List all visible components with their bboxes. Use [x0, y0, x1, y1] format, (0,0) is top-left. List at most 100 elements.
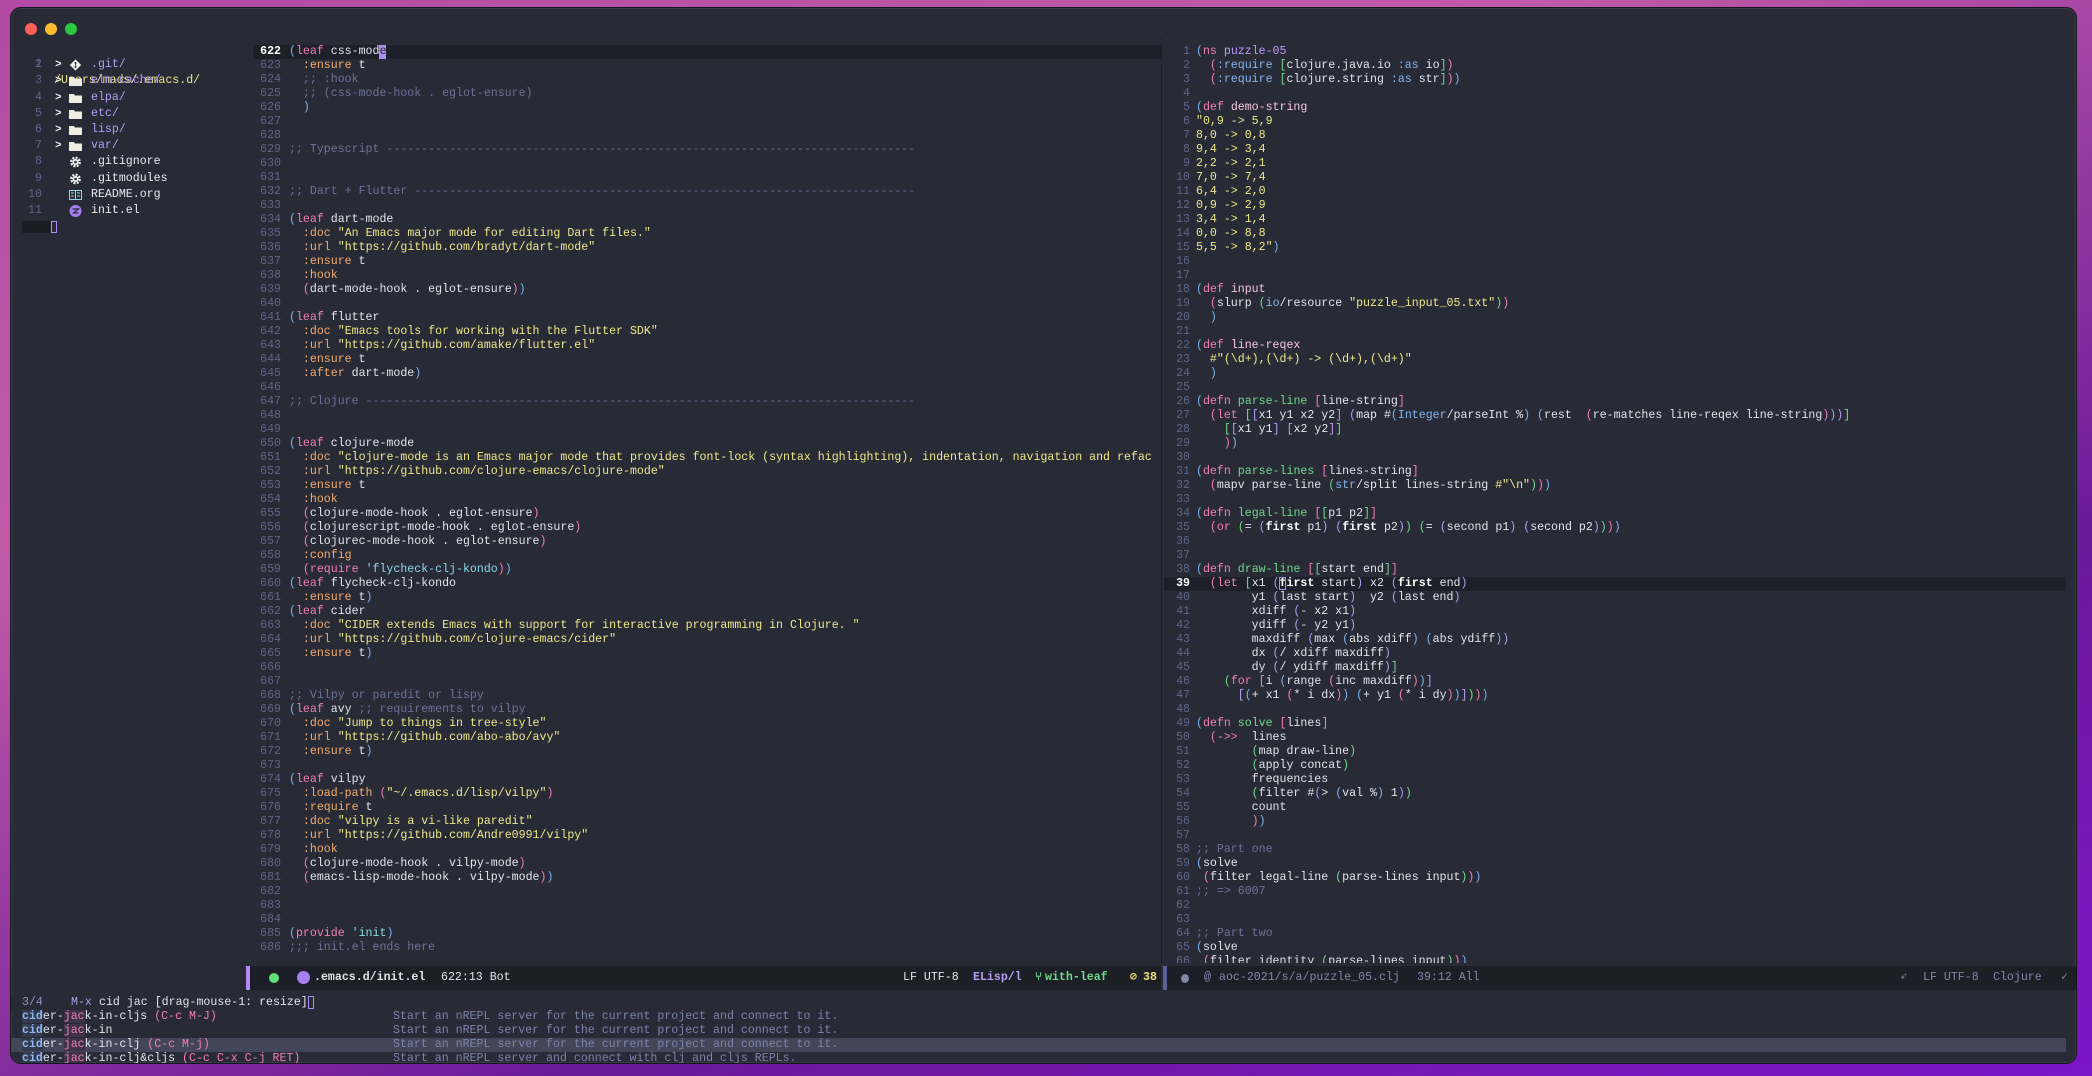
- code-line[interactable]: 677 :doc "vilpy is a vi-like paredit": [253, 815, 1161, 829]
- code-line[interactable]: 651 :doc "clojure-mode is an Emacs major…: [253, 451, 1161, 465]
- code-line[interactable]: 629 ;; Typescript -----------------------…: [253, 143, 1161, 157]
- code-line[interactable]: 34 (defn legal-line [[p1 p2]]: [1164, 507, 2066, 521]
- code-line[interactable]: 27 (let [[x1 y1 x2 y2] (map #(Integer/pa…: [1164, 409, 2066, 423]
- code-line[interactable]: 684: [253, 913, 1161, 927]
- code-line[interactable]: 638 :hook: [253, 269, 1161, 283]
- tree-item[interactable]: 8 .gitignore: [11, 154, 253, 170]
- code-line[interactable]: 50 (->> lines: [1164, 731, 2066, 745]
- code-line[interactable]: 13 3,4 -> 1,4: [1164, 213, 2066, 227]
- code-line[interactable]: 10 7,0 -> 7,4: [1164, 171, 2066, 185]
- tree-item[interactable]: 11 init.el: [11, 203, 253, 219]
- chevron-right-icon[interactable]: >: [55, 138, 62, 154]
- code-line[interactable]: 631: [253, 171, 1161, 185]
- code-line[interactable]: 657 (clojurec-mode-hook . eglot-ensure): [253, 535, 1161, 549]
- code-line[interactable]: 644 :ensure t: [253, 353, 1161, 367]
- completion-candidate[interactable]: cider-jack-in Start an nREPL server for t…: [11, 1024, 2066, 1038]
- code-line[interactable]: 633: [253, 199, 1161, 213]
- code-line[interactable]: 18 (def input: [1164, 283, 2066, 297]
- code-line[interactable]: 665 :ensure t): [253, 647, 1161, 661]
- code-line[interactable]: 42 ydiff (- y2 y1): [1164, 619, 2066, 633]
- code-line[interactable]: 661 :ensure t): [253, 591, 1161, 605]
- tree-item[interactable]: 9 .gitmodules: [11, 171, 253, 187]
- code-line[interactable]: 29 )): [1164, 437, 2066, 451]
- code-line[interactable]: 40 y1 (last start) y2 (last end): [1164, 591, 2066, 605]
- code-line[interactable]: 674 (leaf vilpy: [253, 773, 1161, 787]
- code-line[interactable]: 673: [253, 759, 1161, 773]
- code-line[interactable]: 672 :ensure t): [253, 745, 1161, 759]
- code-line[interactable]: 4: [1164, 87, 2066, 101]
- git-branch[interactable]: with-leaf: [1045, 966, 1108, 990]
- code-line[interactable]: 48: [1164, 703, 2066, 717]
- code-line[interactable]: 6 "0,9 -> 5,9: [1164, 115, 2066, 129]
- code-line[interactable]: 626 ): [253, 101, 1161, 115]
- code-line[interactable]: 20 ): [1164, 311, 2066, 325]
- window-divider[interactable]: [1161, 38, 1162, 963]
- minibuffer-input[interactable]: cid jac: [99, 996, 148, 1010]
- code-line[interactable]: 646: [253, 381, 1161, 395]
- code-line[interactable]: 678 :url "https://github.com/Andre0991/v…: [253, 829, 1161, 843]
- tree-item[interactable]: 3 > eln-cache/: [11, 73, 253, 89]
- code-line[interactable]: 628: [253, 129, 1161, 143]
- major-mode[interactable]: ELisp/l: [973, 966, 1022, 990]
- completion-candidate[interactable]: cider-jack-in-clj&cljs (C-c C-x C-j RET)…: [11, 1052, 2066, 1063]
- close-window-button[interactable]: [25, 23, 37, 35]
- code-line[interactable]: 25: [1164, 381, 2066, 395]
- code-line[interactable]: 652 :url "https://github.com/clojure-ema…: [253, 465, 1161, 479]
- code-line[interactable]: 645 :after dart-mode): [253, 367, 1161, 381]
- code-line[interactable]: 19 (slurp (io/resource "puzzle_input_05.…: [1164, 297, 2066, 311]
- chevron-right-icon[interactable]: >: [55, 90, 62, 106]
- code-line[interactable]: 49 (defn solve [lines]: [1164, 717, 2066, 731]
- code-line[interactable]: 680 (clojure-mode-hook . vilpy-mode): [253, 857, 1161, 871]
- chevron-right-icon[interactable]: >: [55, 122, 62, 138]
- code-line[interactable]: 45 dy (/ ydiff maxdiff)]: [1164, 661, 2066, 675]
- code-line[interactable]: 653 :ensure t: [253, 479, 1161, 493]
- code-line[interactable]: 63: [1164, 913, 2066, 927]
- code-line[interactable]: 648: [253, 409, 1161, 423]
- code-line[interactable]: 623 :ensure t: [253, 59, 1161, 73]
- code-line[interactable]: 24 ): [1164, 367, 2066, 381]
- code-line[interactable]: 12 0,9 -> 2,9: [1164, 199, 2066, 213]
- code-line[interactable]: 1 (ns puzzle-05: [1164, 45, 2066, 59]
- chevron-right-icon[interactable]: >: [55, 106, 62, 122]
- code-line[interactable]: 643 :url "https://github.com/amake/flutt…: [253, 339, 1161, 353]
- code-line[interactable]: 668 ;; Vilpy or paredit or lispy: [253, 689, 1161, 703]
- code-line[interactable]: 28 [[x1 y1] [x2 y2]]: [1164, 423, 2066, 437]
- code-line[interactable]: 659 (require 'flycheck-clj-kondo)): [253, 563, 1161, 577]
- code-line[interactable]: 683: [253, 899, 1161, 913]
- code-line[interactable]: 55 count: [1164, 801, 2066, 815]
- code-line[interactable]: 630: [253, 157, 1161, 171]
- code-line[interactable]: 7 8,0 -> 0,8: [1164, 129, 2066, 143]
- code-line[interactable]: 22 (def line-reqex: [1164, 339, 2066, 353]
- major-mode[interactable]: Clojure: [1993, 966, 2042, 990]
- code-line[interactable]: 666: [253, 661, 1161, 675]
- completion-candidate[interactable]: cider-jack-in-clj (C-c M-j) Start an nREP…: [11, 1038, 2066, 1052]
- code-line[interactable]: 21: [1164, 325, 2066, 339]
- code-line[interactable]: 667: [253, 675, 1161, 689]
- tree-item[interactable]: 5 > etc/: [11, 106, 253, 122]
- code-line[interactable]: 650 (leaf clojure-mode: [253, 437, 1161, 451]
- code-line[interactable]: 35 (or (= (first p1) (first p2)) (= (sec…: [1164, 521, 2066, 535]
- code-line[interactable]: 624 ;; :hook: [253, 73, 1161, 87]
- code-line[interactable]: 670 :doc "Jump to things in tree-style": [253, 717, 1161, 731]
- tree-item[interactable]: 2 > .git/: [11, 57, 253, 73]
- code-line[interactable]: 2 (:require [clojure.java.io :as io]): [1164, 59, 2066, 73]
- code-line[interactable]: 635 :doc "An Emacs major mode for editin…: [253, 227, 1161, 241]
- code-line[interactable]: 636 :url "https://github.com/bradyt/dart…: [253, 241, 1161, 255]
- code-line[interactable]: 41 xdiff (- x2 x1): [1164, 605, 2066, 619]
- code-line[interactable]: 671 :url "https://github.com/abo-abo/avy…: [253, 731, 1161, 745]
- tree-item[interactable]: 10 README.org: [11, 187, 253, 203]
- code-line[interactable]: 47 [(+ x1 (* i dx)) (+ y1 (* i dy))]))): [1164, 689, 2066, 703]
- code-line[interactable]: 632 ;; Dart + Flutter -------------------…: [253, 185, 1161, 199]
- code-line[interactable]: 656 (clojurescript-mode-hook . eglot-ens…: [253, 521, 1161, 535]
- code-line[interactable]: 686 ;;; init.el ends here: [253, 941, 1161, 955]
- encoding[interactable]: LF UTF-8: [903, 966, 959, 990]
- code-line[interactable]: 627: [253, 115, 1161, 129]
- completion-candidate[interactable]: cider-jack-in-cljs (C-c M-J) Start an nRE…: [11, 1010, 2066, 1024]
- code-line[interactable]: 15 5,5 -> 8,2"): [1164, 241, 2066, 255]
- code-line[interactable]: 685 (provide 'init): [253, 927, 1161, 941]
- code-line[interactable]: 682: [253, 885, 1161, 899]
- code-line[interactable]: 51 (map draw-line): [1164, 745, 2066, 759]
- code-line[interactable]: 14 0,0 -> 8,8: [1164, 227, 2066, 241]
- code-line[interactable]: 8 9,4 -> 3,4: [1164, 143, 2066, 157]
- right-editor-pane[interactable]: 1 (ns puzzle-05 2 (:require [clojure.java.…: [1164, 38, 2066, 963]
